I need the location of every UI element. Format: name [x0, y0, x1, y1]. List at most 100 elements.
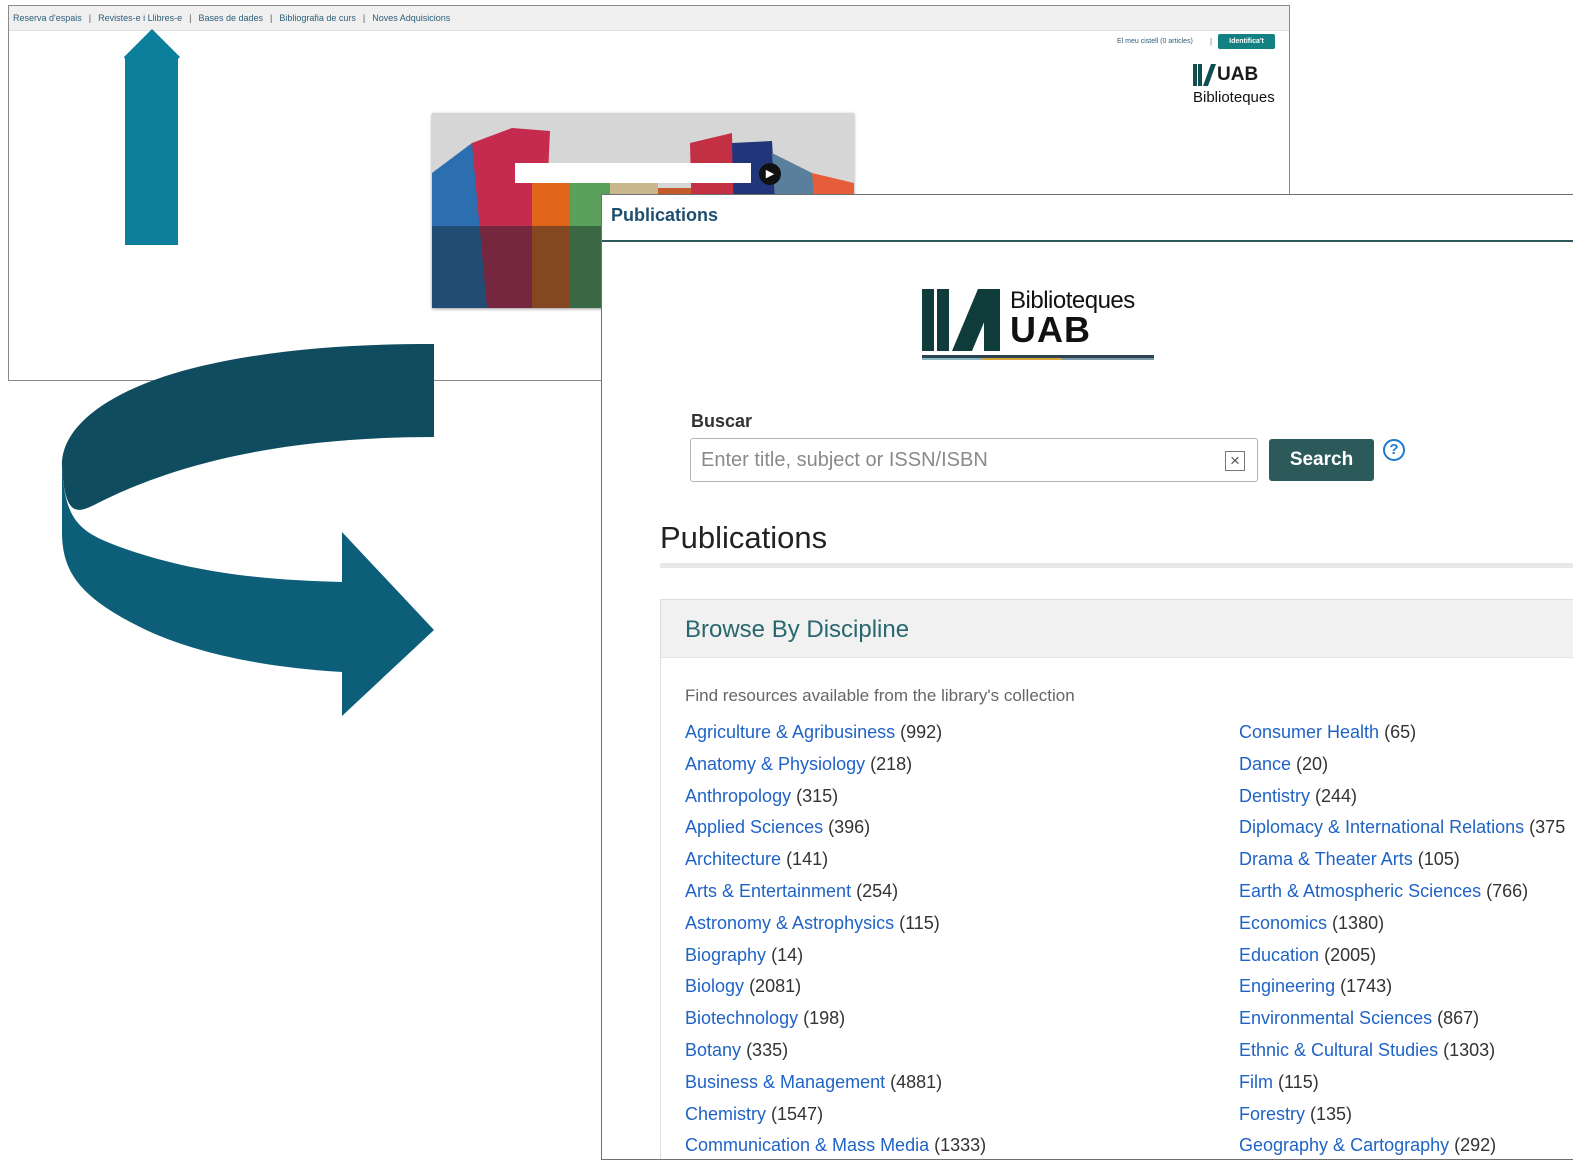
search-button[interactable]: Search [1269, 439, 1374, 481]
list-item: Diplomacy & International Relations (375 [1239, 817, 1565, 849]
list-item: Consumer Health (65) [1239, 722, 1565, 754]
list-item: Communication & Mass Media (1333) [685, 1135, 987, 1159]
discipline-link[interactable]: Architecture [685, 849, 781, 869]
discipline-count: (254) [856, 880, 899, 901]
discipline-link[interactable]: Ethnic & Cultural Studies [1239, 1040, 1438, 1060]
discipline-count: (105) [1417, 849, 1460, 870]
discipline-link[interactable]: Agriculture & Agribusiness [685, 722, 895, 742]
discipline-count: (20) [1296, 753, 1329, 774]
search-input[interactable] [690, 438, 1258, 482]
list-item: Chemistry (1547) [685, 1104, 986, 1136]
nav-revistes-llibres[interactable]: Revistes-e i Llibres-e [98, 13, 182, 23]
clear-icon[interactable]: × [1225, 451, 1245, 471]
list-item: Engineering (1743) [1239, 976, 1565, 1008]
discipline-link[interactable]: Biology [685, 976, 744, 996]
discipline-count: (375 [1529, 817, 1566, 838]
discipline-count: (2081) [749, 976, 802, 997]
discipline-link[interactable]: Botany [685, 1040, 741, 1060]
discipline-link[interactable]: Chemistry [685, 1104, 766, 1124]
discipline-list-right: Consumer Health (65) Dance (20) Dentistr… [1239, 722, 1565, 1159]
uab-logo-mark [1193, 64, 1216, 86]
discipline-heading: Browse By Discipline [685, 616, 910, 643]
publications-header: Publications [602, 195, 1573, 242]
list-item: Agriculture & Agribusiness (992) [685, 722, 986, 754]
discipline-count: (141) [786, 849, 829, 870]
discipline-link[interactable]: Film [1239, 1072, 1273, 1092]
discipline-count: (65) [1384, 722, 1417, 742]
play-icon[interactable]: ▶ [759, 163, 781, 185]
divider [660, 563, 1573, 568]
discipline-description: Find resources available from the librar… [685, 686, 1075, 705]
header-title: Publications [611, 205, 719, 225]
discipline-count: (1743) [1340, 976, 1393, 997]
list-item: Business & Management (4881) [685, 1072, 986, 1104]
help-icon[interactable]: ? [1383, 439, 1405, 461]
list-item: Biography (14) [685, 945, 986, 977]
nav-separator: | [88, 13, 92, 23]
banner-search-input[interactable] [515, 163, 751, 183]
uab-logo[interactable]: UAB Biblioteques [1187, 62, 1277, 108]
discipline-link[interactable]: Diplomacy & International Relations [1239, 817, 1524, 837]
discipline-count: (766) [1486, 880, 1529, 901]
nav-bibliografia-curs[interactable]: Bibliografia de curs [279, 13, 356, 23]
discipline-link[interactable]: Astronomy & Astrophysics [685, 913, 894, 933]
nav-noves-adquisicions[interactable]: Noves Adquisicions [372, 13, 450, 23]
discipline-link[interactable]: Economics [1239, 913, 1327, 933]
discipline-link[interactable]: Environmental Sciences [1239, 1008, 1432, 1028]
login-button[interactable]: Identifica't [1218, 34, 1275, 49]
list-item: Dentistry (244) [1239, 786, 1565, 818]
browse-by-discipline-panel: Browse By Discipline Find resources avai… [660, 599, 1573, 1159]
list-item: Biotechnology (198) [685, 1008, 986, 1040]
discipline-link[interactable]: Consumer Health [1239, 722, 1379, 742]
list-item: Arts & Entertainment (254) [685, 881, 986, 913]
discipline-link[interactable]: Forestry [1239, 1104, 1305, 1124]
discipline-count: (396) [828, 817, 871, 838]
discipline-link[interactable]: Education [1239, 945, 1319, 965]
discipline-link[interactable]: Communication & Mass Media [685, 1135, 929, 1155]
discipline-link[interactable]: Business & Management [685, 1072, 885, 1092]
list-item: Education (2005) [1239, 945, 1565, 977]
discipline-link[interactable]: Arts & Entertainment [685, 881, 851, 901]
nav-reserva-espais[interactable]: Reserva d'espais [13, 13, 82, 23]
discipline-link[interactable]: Anthropology [685, 786, 791, 806]
search-label: Buscar [691, 411, 753, 431]
discipline-link[interactable]: Dentistry [1239, 786, 1310, 806]
curved-arrow-icon [61, 344, 435, 716]
discipline-link[interactable]: Geography & Cartography [1239, 1135, 1449, 1155]
discipline-count: (1380) [1332, 912, 1385, 933]
list-item: Economics (1380) [1239, 913, 1565, 945]
discipline-link[interactable]: Applied Sciences [685, 817, 823, 837]
list-item: Anatomy & Physiology (218) [685, 754, 986, 786]
uab-logo-subtext: Biblioteques [1193, 89, 1275, 106]
discipline-link[interactable]: Biotechnology [685, 1008, 798, 1028]
discipline-list-left: Agriculture & Agribusiness (992) Anatomy… [685, 722, 987, 1159]
nav-separator: | [362, 13, 366, 23]
nav-bases-dades[interactable]: Bases de dades [198, 13, 263, 23]
list-item: Anthropology (315) [685, 786, 986, 818]
discipline-link[interactable]: Anatomy & Physiology [685, 754, 865, 774]
discipline-link[interactable]: Engineering [1239, 976, 1335, 996]
discipline-count: (292) [1454, 1135, 1497, 1156]
discipline-count: (4881) [890, 1071, 943, 1092]
list-item: Drama & Theater Arts (105) [1239, 849, 1565, 881]
discipline-count: (1303) [1443, 1039, 1496, 1060]
page-title: Publications [660, 520, 828, 555]
list-item: Geography & Cartography (292) [1239, 1135, 1565, 1159]
discipline-count: (1333) [934, 1135, 987, 1156]
discipline-count: (115) [1278, 1071, 1319, 1092]
discipline-link[interactable]: Drama & Theater Arts [1239, 849, 1413, 869]
discipline-link[interactable]: Biography [685, 945, 766, 965]
list-item: Forestry (135) [1239, 1104, 1565, 1136]
list-item: Dance (20) [1239, 754, 1565, 786]
list-item: Applied Sciences (396) [685, 817, 986, 849]
nav-separator: | [270, 13, 273, 23]
list-item: Botany (335) [685, 1040, 986, 1072]
basket-link[interactable]: El meu cistell (0 articles) [1117, 38, 1193, 45]
discipline-count: (14) [771, 944, 804, 965]
biblioteques-uab-logo: Biblioteques UAB [922, 287, 1154, 363]
discipline-link[interactable]: Dance [1239, 754, 1291, 774]
discipline-panel-header: Browse By Discipline [661, 600, 1573, 658]
list-item: Astronomy & Astrophysics (115) [685, 913, 986, 945]
discipline-count: (1547) [771, 1103, 824, 1124]
discipline-link[interactable]: Earth & Atmospheric Sciences [1239, 881, 1481, 901]
